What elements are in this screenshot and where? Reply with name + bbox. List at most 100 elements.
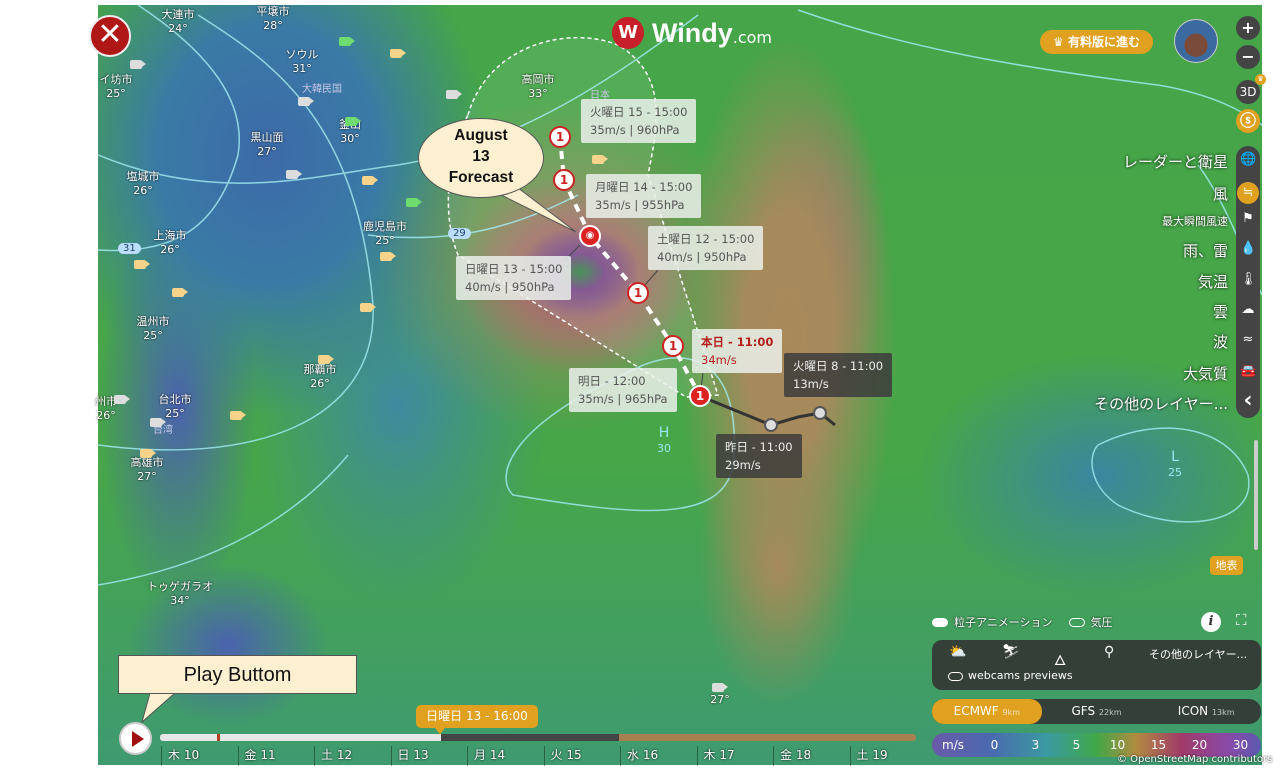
more-layers-link[interactable]: その他のレイヤー... [1149,646,1247,662]
timeline-day[interactable]: 月 14 [467,746,543,766]
avatar[interactable] [1174,19,1218,63]
timeline-day[interactable]: 水 16 [620,746,696,766]
storm-forecast-label[interactable]: 月曜日 14 - 15:00 35m/s | 955hPa [586,174,702,218]
model-gfs-button[interactable]: GFS 22km [1042,699,1152,724]
layer-item[interactable]: 雲 [1213,301,1228,322]
kite-icon[interactable]: ⛷ [1002,644,1020,660]
webcam-icon[interactable] [339,37,355,46]
waves-icon[interactable]: ≈ [1240,332,1256,347]
info-icon[interactable]: i [1201,612,1221,632]
scrollbar[interactable] [1254,440,1258,550]
storm-past-label[interactable]: 昨日 - 11:00 29m/s [716,434,802,478]
timeline-day[interactable]: 日 13 [390,746,467,766]
cloud-icon[interactable]: ☁ [1240,302,1256,317]
layer-item[interactable]: 風 [1213,183,1228,204]
surface-level-button[interactable]: 地表 [1210,556,1243,575]
webcam-icon[interactable] [390,49,406,58]
webcam-icon[interactable] [380,252,396,261]
city-label[interactable]: 那覇市 26° [304,363,337,391]
fullscreen-icon[interactable]: ⛶ [1236,611,1247,629]
storm-current-label[interactable]: 本日 - 11:00 34m/s [692,329,783,373]
webcam-icon[interactable] [318,355,334,364]
city-label[interactable]: 大連市 24° [162,8,195,36]
storm-forecast-label[interactable]: 日曜日 13 - 15:00 40m/s | 950hPa [456,256,572,300]
typhoon-icon[interactable]: 1 [627,282,649,304]
windy-logo[interactable]: W Windy .com [612,15,772,51]
city-label[interactable]: 高雄市 27° [131,456,164,484]
city-name: 高岡市 [521,73,555,86]
storm-past-label[interactable]: 火曜日 8 - 11:00 13m/s [784,353,893,397]
city-label[interactable]: 塩城市 26° [127,170,160,198]
city-label[interactable]: 台北市 25° [159,393,192,421]
webcam-icon[interactable] [298,97,314,106]
model-ecmwf-button[interactable]: ECMWF 9km [932,699,1042,724]
layer-item[interactable]: 波 [1213,331,1228,352]
particles-toggle[interactable] [932,617,948,627]
city-label[interactable]: イ坊市 25° [100,73,133,101]
flag-icon[interactable]: ⚑ [1240,211,1256,226]
webcam-icon[interactable] [134,260,150,269]
premium-button[interactable]: ♛ 有料版に進む [1040,30,1153,54]
city-label[interactable]: ソウル 31° [286,48,319,76]
city-label[interactable]: 27° [710,693,730,707]
city-label[interactable]: 鹿児島市 25° [363,220,407,248]
webcam-icon[interactable] [360,303,376,312]
chevron-left-icon[interactable]: ‹ [1240,388,1256,413]
layer-item[interactable]: 雨、雷 [1183,240,1228,261]
webcam-icon[interactable] [230,411,246,420]
wind-icon[interactable]: ≒ [1237,182,1259,204]
play-button[interactable] [119,722,152,755]
webcam-icon[interactable] [286,170,302,179]
webcam-icon[interactable] [345,117,361,126]
city-label[interactable]: 平壌市 28° [257,5,290,33]
timeline-day[interactable]: 木 17 [696,746,773,766]
layer-item[interactable]: 大気質 [1183,363,1228,384]
close-button[interactable]: ✕ [89,15,131,57]
weather-icon[interactable]: ⛅ [949,644,966,660]
timeline-day[interactable]: 土 19 [849,746,926,766]
city-label[interactable]: 温州市 25° [137,315,170,343]
timeline-day[interactable]: 金 18 [773,746,849,766]
layer-item[interactable]: 最大瞬間風速 [1162,213,1228,229]
timeline-day[interactable]: 土 12 [314,746,390,766]
webcam-icon[interactable] [446,90,462,99]
car-icon[interactable]: 🚘 [1240,364,1256,379]
globe-icon[interactable]: 🌐 [1240,152,1256,167]
map-credit[interactable]: © OpenStreetMap contributors [1117,754,1272,765]
layer-item[interactable]: レーダーと衛星 [1123,151,1228,172]
pin-icon[interactable]: ⚲ [1104,644,1114,660]
webcam-icon[interactable] [592,155,608,164]
city-label[interactable]: トゥゲガラオ 34° [147,580,213,608]
webcam-icon[interactable] [130,60,146,69]
thermometer-icon[interactable]: 🌡 [1240,272,1257,287]
webcam-icon[interactable] [114,395,130,404]
city-label[interactable]: 上海市 26° [154,229,187,257]
city-temperature: 25° [143,329,163,342]
zoom-out-button[interactable]: − [1236,45,1260,69]
timeline-day[interactable]: 火 15 [543,746,620,766]
storm-forecast-label[interactable]: 火曜日 15 - 15:00 35m/s | 960hPa [581,99,697,143]
storm-forecast-label[interactable]: 土曜日 12 - 15:00 40m/s | 950hPa [648,226,764,270]
timeline-day[interactable]: 木 10 [161,746,237,766]
webcams-toggle[interactable] [948,672,963,681]
timeline-current-time[interactable]: 日曜日 13 - 16:00 [416,705,538,728]
layer-item[interactable]: 気温 [1198,271,1228,292]
pressure-toggle[interactable] [1068,617,1085,627]
typhoon-icon[interactable]: 1 [662,335,684,357]
storm-tracker-button[interactable]: ⓢ [1236,109,1260,133]
webcam-icon[interactable] [150,418,166,427]
layer-item[interactable]: その他のレイヤー... [1094,393,1228,414]
webcam-icon[interactable] [140,449,156,458]
city-label[interactable]: 高岡市 33° [522,73,555,101]
zoom-in-button[interactable]: + [1236,16,1260,40]
webcam-icon[interactable] [712,683,728,692]
drop-icon[interactable]: 💧 [1240,241,1256,256]
webcam-icon[interactable] [362,176,378,185]
model-icon-button[interactable]: ICON 13km [1151,699,1261,724]
city-label[interactable]: 黒山面 27° [251,131,284,159]
storm-forecast-label[interactable]: 明日 - 12:00 35m/s | 965hPa [569,368,677,412]
timeline-day[interactable]: 金 11 [237,746,314,766]
typhoon-icon[interactable]: 1 [689,385,711,407]
timeline-track[interactable] [160,734,916,741]
webcam-icon[interactable] [172,288,188,297]
